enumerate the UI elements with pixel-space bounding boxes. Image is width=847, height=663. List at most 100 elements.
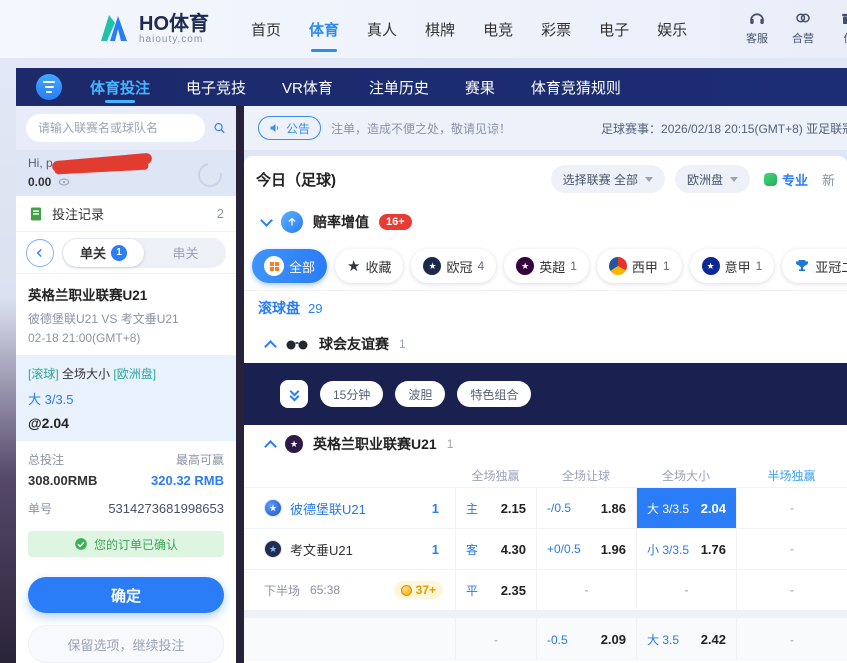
quick-customer-service[interactable]: 客服 [738, 9, 776, 46]
chevron-down-icon[interactable] [260, 214, 273, 227]
tab-single-bet[interactable]: 单关 1 [63, 239, 144, 267]
odds-boost-row[interactable]: 赔率增值 16+ [244, 202, 847, 242]
odds-handicap-line2[interactable]: -0.5 2.09 [536, 618, 636, 661]
odds-empty[interactable]: - [736, 488, 847, 528]
announcement-match-info: 足球赛事：2026/02/18 20:15(GMT+8) 亚足联冠军联赛 [601, 120, 847, 137]
confirm-button[interactable]: 确定 [28, 577, 224, 613]
nav-live-casino[interactable]: 真人 [367, 0, 397, 59]
chip-seriea[interactable]: ★ 意甲 1 [690, 249, 775, 283]
efl-league-icon: ★ [285, 435, 303, 453]
chip-epl[interactable]: ★ 英超 1 [504, 249, 589, 283]
order-confirmed-banner: 您的订单已确认 [28, 531, 224, 557]
market-column-headers: 全场独赢 全场让球 全场大小 半场独赢 [244, 463, 847, 487]
tab-vr-sports[interactable]: VR体育 [282, 68, 333, 106]
odds-over-selected[interactable]: 大 3/3.5 2.04 [636, 488, 736, 528]
filter-15min[interactable]: 15分钟 [320, 381, 383, 407]
tab-results[interactable]: 赛果 [465, 68, 495, 106]
chevron-up-icon[interactable] [264, 440, 277, 453]
odds-away-win[interactable]: 客 4.30 [455, 529, 536, 569]
odds-home-win[interactable]: 主 2.15 [455, 488, 536, 528]
handshake-icon [794, 9, 812, 27]
bet-record-row[interactable]: 投注记录 2 [16, 196, 236, 232]
chip-favorites[interactable]: ★ 收藏 [335, 249, 403, 283]
logo-text: HO体育 haiouty.com [139, 14, 209, 45]
odds-over-line2[interactable]: 大 3.5 2.42 [636, 618, 736, 661]
new-mode-label[interactable]: 新 [822, 170, 835, 189]
tab-esports[interactable]: 电子竞技 [186, 68, 246, 106]
balance-value: 0.00 [28, 175, 51, 189]
logo[interactable]: HO体育 haiouty.com [95, 11, 209, 47]
chip-label: 西甲 [632, 257, 658, 276]
odds-empty[interactable]: - [636, 570, 736, 610]
odds-draw[interactable]: 平 2.35 [455, 570, 536, 610]
quick-partnership[interactable]: 合营 [784, 9, 822, 46]
odds-empty[interactable]: - [536, 570, 636, 610]
bet-record-label: 投注记录 [52, 204, 209, 223]
odds-handicap-home[interactable]: -/0.5 1.86 [536, 488, 636, 528]
boost-icon [281, 211, 303, 233]
live-betting-row[interactable]: 滚球盘 29 [244, 290, 847, 325]
league-select[interactable]: 选择联赛 全部 [551, 165, 665, 193]
tab-bet-history[interactable]: 注单历史 [369, 68, 429, 106]
chevron-up-icon[interactable] [264, 340, 277, 353]
match-row-secondary-line: - -0.5 2.09 大 3.5 2.42 - [244, 618, 847, 661]
nav-lottery[interactable]: 彩票 [541, 0, 571, 59]
tab-parlay-bet[interactable]: 串关 [145, 238, 226, 268]
home-team-name: 彼德堡联U21 [290, 499, 366, 518]
pro-mode-toggle[interactable]: 专业 [764, 170, 808, 189]
search-input[interactable] [26, 114, 205, 142]
order-number-row: 单号 5314273681998653 [16, 492, 236, 525]
odds-type-value: 欧洲盘 [687, 171, 723, 188]
announcement-badge[interactable]: 公告 [258, 116, 321, 140]
section-count: 1 [399, 337, 406, 351]
epl-league-icon: ★ [516, 257, 534, 275]
away-team-score: 1 [432, 542, 445, 557]
stake-value: 308.00RMB [28, 473, 97, 488]
boost-label: 赔率增值 [313, 212, 369, 232]
tab-parlay-label: 串关 [172, 243, 198, 262]
section-count: 1 [447, 437, 454, 451]
odds-type-tag: [欧洲盘] [113, 367, 156, 381]
expand-all-button[interactable] [280, 380, 308, 408]
bet-record-count: 2 [217, 206, 224, 221]
section-england-u21[interactable]: ★ 英格兰职业联赛U21 1 [244, 425, 847, 463]
gift-icon [840, 9, 847, 27]
tab-sports-betting[interactable]: 体育投注 [90, 68, 150, 106]
filter-icon[interactable] [36, 74, 62, 100]
promo-badge[interactable]: 37+ [394, 581, 443, 599]
keep-selection-button[interactable]: 保留选项，继续投注 [28, 625, 224, 663]
match-row-away: ★ 考文垂U21 1 客 4.30 +0/0.5 1.96 小 3/3.5 1.… [244, 528, 847, 569]
chip-ucl[interactable]: ★ 欧冠 4 [411, 249, 496, 283]
odds-type-select[interactable]: 欧洲盘 [675, 165, 750, 193]
section-club-friendly[interactable]: 球会友谊赛 1 [244, 325, 847, 363]
odds-empty[interactable]: - [455, 618, 536, 661]
nav-slots[interactable]: 电子 [599, 0, 629, 59]
quick-promo[interactable]: 优 [830, 9, 847, 46]
empty-team-cell [244, 618, 455, 661]
odds-under[interactable]: 小 3/3.5 1.76 [636, 529, 736, 569]
filter-special-combo[interactable]: 特色组合 [457, 381, 531, 407]
odds-empty[interactable]: - [736, 570, 847, 610]
tab-rules[interactable]: 体育竞猜规则 [531, 68, 621, 106]
top-header: HO体育 haiouty.com 首页 体育 真人 棋牌 电竞 彩票 电子 娱乐… [0, 0, 847, 58]
home-team-cell[interactable]: ★ 彼德堡联U21 1 [244, 488, 455, 528]
odds-handicap-away[interactable]: +0/0.5 1.96 [536, 529, 636, 569]
nav-sports[interactable]: 体育 [309, 0, 339, 59]
nav-esports[interactable]: 电竞 [483, 0, 513, 59]
away-team-cell[interactable]: ★ 考文垂U21 1 [244, 529, 455, 569]
nav-home[interactable]: 首页 [251, 0, 281, 59]
headset-icon [748, 9, 766, 27]
odds-empty[interactable]: - [736, 618, 847, 661]
eye-icon[interactable] [57, 175, 71, 189]
logo-title: HO体育 [139, 14, 209, 34]
odds-empty[interactable]: - [736, 529, 847, 569]
nav-entertainment[interactable]: 娱乐 [657, 0, 687, 59]
sidebar: Hi, p 0.00 投注记录 2 单关 1 [16, 106, 236, 663]
chip-all[interactable]: 全部 [252, 249, 327, 283]
back-button[interactable] [26, 239, 54, 267]
chip-acl2[interactable]: 亚冠二 2 [782, 249, 847, 283]
filter-correct-score[interactable]: 波胆 [395, 381, 445, 407]
chip-laliga[interactable]: 西甲 1 [597, 249, 682, 283]
search-icon[interactable] [213, 119, 226, 137]
nav-cards[interactable]: 棋牌 [425, 0, 455, 59]
